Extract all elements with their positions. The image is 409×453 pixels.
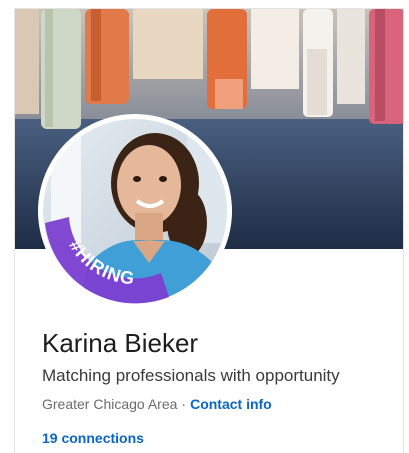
profile-headline: Matching professionals with opportunity xyxy=(42,366,340,385)
location-row: Greater Chicago Area · Contact info xyxy=(42,394,402,414)
profile-avatar[interactable]: #HIRING xyxy=(37,113,233,309)
separator-dot: · xyxy=(181,396,187,412)
profile-info: Karina Bieker Matching professionals wit… xyxy=(42,327,402,448)
avatar-photo: #HIRING xyxy=(38,114,232,308)
profile-card: #HIRING Karina Bieker Matching professio… xyxy=(14,8,404,453)
profile-location: Greater Chicago Area xyxy=(42,396,178,412)
profile-name: Karina Bieker xyxy=(42,328,199,358)
contact-info-link[interactable]: Contact info xyxy=(190,396,272,412)
connections-link[interactable]: 19 connections xyxy=(42,428,402,448)
